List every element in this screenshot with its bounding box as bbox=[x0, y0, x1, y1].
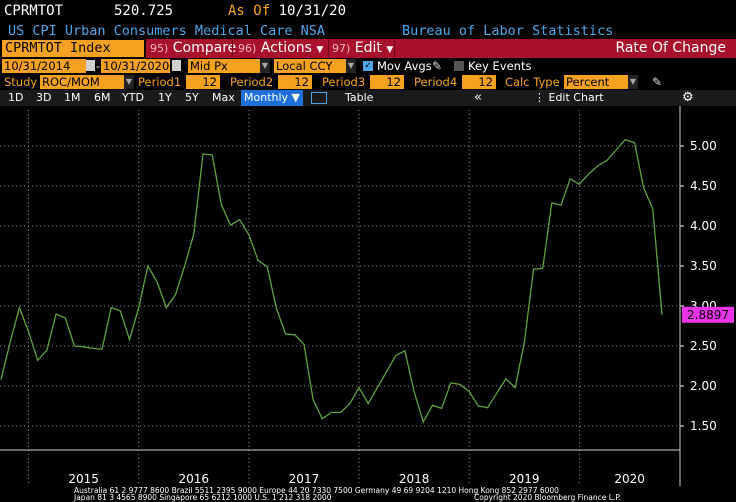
period1-input[interactable]: 12 bbox=[186, 75, 220, 89]
footer-contacts-2: Japan 81 3 4565 8900 Singapore 65 6212 1… bbox=[74, 493, 332, 502]
chevron-down-icon[interactable]: ▼ bbox=[260, 59, 270, 73]
period3-input[interactable]: 12 bbox=[370, 75, 404, 89]
period2-input[interactable]: 12 bbox=[278, 75, 312, 89]
date-options-row: 10/31/2014 - 10/31/2020 Mid Px ▼ Local C… bbox=[0, 58, 736, 74]
price-field-select[interactable]: Mid Px bbox=[188, 59, 260, 73]
actions-number: 96) bbox=[238, 42, 257, 55]
edit-chart-button[interactable]: ⋮ Edit Chart bbox=[534, 90, 604, 106]
as-of: As Of 10/31/20 bbox=[228, 3, 346, 19]
compare-number: 95) bbox=[150, 42, 169, 55]
description-row: US CPI Urban Consumers Medical Care NSA … bbox=[0, 22, 736, 40]
period1-label: Period1 bbox=[138, 75, 182, 89]
edit-label: Edit bbox=[354, 40, 382, 56]
chevron-down-icon: ▼ bbox=[386, 45, 394, 55]
chevron-down-icon[interactable]: ▼ bbox=[346, 59, 356, 73]
x-tick-label: 2018 bbox=[399, 472, 430, 486]
x-tick-label: 2016 bbox=[179, 472, 210, 486]
key-events-checkbox[interactable] bbox=[454, 61, 464, 71]
range-1m[interactable]: 1M bbox=[64, 90, 81, 106]
separator bbox=[232, 40, 233, 57]
as-of-date: 10/31/20 bbox=[278, 3, 347, 19]
range-5y[interactable]: 5Y bbox=[185, 90, 199, 106]
y-tick-label: 2.50 bbox=[690, 339, 717, 353]
calendar-icon[interactable] bbox=[172, 60, 181, 71]
x-tick-label: 2017 bbox=[289, 472, 320, 486]
as-of-label: As Of bbox=[228, 3, 271, 19]
last-value-tag: 2.8897 bbox=[682, 306, 734, 323]
actions-label: Actions bbox=[260, 40, 312, 56]
study-select[interactable]: ROC/MOM bbox=[40, 75, 124, 89]
data-source: Bureau of Labor Statistics bbox=[402, 23, 614, 39]
separator bbox=[394, 40, 395, 57]
edit-button[interactable]: 97) Edit ▼ bbox=[332, 39, 393, 58]
chart-mode-title: Rate Of Change bbox=[615, 40, 726, 56]
period4-label: Period4 bbox=[414, 75, 458, 89]
mov-avgs-checkbox[interactable]: ✓ bbox=[363, 61, 373, 71]
range-3d[interactable]: 3D bbox=[36, 90, 51, 106]
collapse-left-icon[interactable]: « bbox=[474, 90, 482, 106]
chevron-down-icon: ▼ bbox=[316, 45, 324, 55]
period2-label: Period2 bbox=[230, 75, 274, 89]
study-label: Study bbox=[4, 75, 38, 89]
mov-avgs-label: Mov Avgs bbox=[377, 59, 432, 73]
table-button[interactable]: Table bbox=[345, 90, 373, 106]
range-max[interactable]: Max bbox=[212, 90, 235, 106]
edit-chart-label: Edit Chart bbox=[548, 91, 604, 104]
period3-label: Period3 bbox=[322, 75, 366, 89]
end-date-field[interactable]: 10/31/2020 bbox=[101, 59, 170, 73]
calendar-icon[interactable] bbox=[86, 60, 95, 71]
y-tick-label: 3.50 bbox=[690, 259, 717, 273]
x-tick-label: 2020 bbox=[614, 472, 645, 486]
ticker-symbol: CPRMTOT bbox=[4, 3, 64, 19]
frequency-value: Monthly bbox=[244, 91, 289, 104]
start-date-field[interactable]: 10/31/2014 bbox=[2, 59, 86, 73]
chart-gridlines bbox=[0, 110, 680, 486]
command-bar: CPRMTOT Index 95) Compare 96) Actions ▼ … bbox=[0, 39, 736, 58]
gear-icon[interactable]: ⚙ bbox=[682, 90, 694, 106]
currency-select[interactable]: Local CCY bbox=[274, 59, 346, 73]
chevron-down-icon[interactable]: ▼ bbox=[124, 75, 134, 89]
security-description: US CPI Urban Consumers Medical Care NSA bbox=[8, 23, 325, 39]
frequency-select[interactable]: Monthly ▼ bbox=[241, 90, 304, 106]
y-tick-label: 4.50 bbox=[690, 179, 717, 193]
compare-button[interactable]: 95) Compare bbox=[150, 39, 236, 58]
y-tick-label: 1.50 bbox=[690, 419, 717, 433]
line-chart[interactable]: 2015 2016 2017 2018 2019 2020 1.502.002.503.0… bbox=[0, 106, 736, 486]
compare-label: Compare bbox=[172, 40, 237, 56]
calc-type-select[interactable]: Percent bbox=[564, 75, 628, 89]
y-tick-label: 4.00 bbox=[690, 219, 717, 233]
edit-chart-icon: ⋮ bbox=[534, 91, 545, 104]
range-6m[interactable]: 6M bbox=[94, 90, 111, 106]
line-chart-icon[interactable] bbox=[311, 92, 327, 104]
last-price: 520.725 bbox=[114, 3, 174, 19]
range-toolbar: 1D 3D 1M 6M YTD 1Y 5Y Max Monthly ▼ Tabl… bbox=[0, 90, 736, 106]
chevron-down-icon[interactable]: ▼ bbox=[628, 75, 638, 89]
range-1y[interactable]: 1Y bbox=[158, 90, 172, 106]
edit-number: 97) bbox=[332, 42, 351, 55]
x-tick-label: 2019 bbox=[509, 472, 540, 486]
y-tick-label: 5.00 bbox=[690, 139, 717, 153]
range-ytd[interactable]: YTD bbox=[122, 90, 144, 106]
key-events-label: Key Events bbox=[468, 59, 532, 73]
date-range-dash: - bbox=[96, 59, 101, 73]
footer: Australia 61 2 9777 8600 Brazil 5511 239… bbox=[0, 486, 736, 502]
pencil-icon[interactable]: ✎ bbox=[652, 74, 662, 90]
x-tick-label: 2015 bbox=[68, 472, 99, 486]
separator bbox=[328, 40, 329, 57]
copyright: Copyright 2020 Bloomberg Finance L.P. bbox=[474, 493, 622, 502]
last-value-label: 2.8897 bbox=[687, 308, 729, 322]
range-1d[interactable]: 1D bbox=[8, 90, 23, 106]
pencil-icon[interactable]: ✎ bbox=[432, 58, 442, 74]
series-line bbox=[0, 138, 663, 424]
x-axis: 2015 2016 2017 2018 2019 2020 bbox=[0, 449, 680, 486]
y-axis: 1.502.002.503.003.504.004.505.00 bbox=[679, 106, 717, 486]
security-input[interactable]: CPRMTOT Index bbox=[2, 40, 144, 57]
security-header: CPRMTOT 520.725 As Of 10/31/20 bbox=[0, 0, 736, 22]
calc-type-label: Calc Type bbox=[505, 75, 560, 89]
study-row: Study ROC/MOM ▼ Period1 12 Period2 12 Pe… bbox=[0, 74, 736, 90]
actions-button[interactable]: 96) Actions ▼ bbox=[238, 39, 323, 58]
period4-input[interactable]: 12 bbox=[462, 75, 496, 89]
action-bar: 95) Compare 96) Actions ▼ 97) Edit ▼ Rat… bbox=[146, 39, 736, 58]
y-tick-label: 2.00 bbox=[690, 379, 717, 393]
